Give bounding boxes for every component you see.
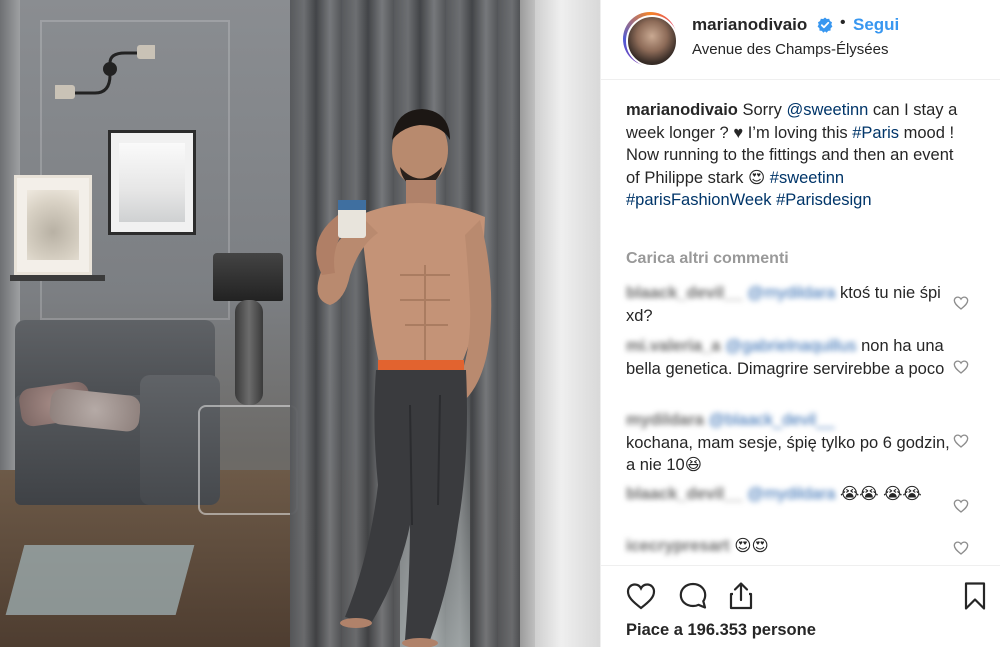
caption-hashtag[interactable]: #Parisdesign [776,191,871,209]
comment: icecrypresart 😍😍 [626,535,951,558]
location-link[interactable]: Avenue des Champs-Élysées [692,41,889,58]
share-icon[interactable] [725,580,757,612]
wall-lamp [55,45,155,99]
heart-icon[interactable] [953,433,969,449]
follow-button[interactable]: Segui [853,15,899,35]
comment-username[interactable]: blaack_devil__ [626,483,743,506]
comment-mention[interactable]: @mydildara [747,282,835,305]
caption-mention[interactable]: @sweetinn [786,101,868,119]
comment: mi.valeria_a @gabrielnaquillus non ha un… [626,335,951,380]
shelf [10,275,105,281]
separator-dot: • [840,14,846,31]
rug [5,545,195,615]
bookmark-icon[interactable] [959,580,991,612]
comment-mention[interactable]: @gabrielnaquillus [725,335,856,358]
heart-icon[interactable] [953,359,969,375]
comment-username[interactable]: blaack_devil__ [626,282,743,305]
caption-text: Sorry [737,101,787,119]
comment-text: kochana, mam sesje, śpię tylko po 6 godz… [626,433,950,475]
comment-icon[interactable] [677,580,709,612]
comment-username[interactable]: mi.valeria_a [626,335,721,358]
avatar[interactable] [623,12,678,67]
post-photo[interactable] [0,0,600,647]
comment-mention[interactable]: @mydildara [747,483,835,506]
person-figure [316,109,492,647]
heart-icon[interactable] [953,295,969,311]
header-username[interactable]: marianodivaio [692,15,807,35]
caption-hashtag[interactable]: #Paris [852,124,899,142]
comment-text: 😍😍 [729,537,769,555]
comments-section[interactable]: marianodivaio Sorry @sweetinn can I stay… [601,80,1000,565]
comment: mydildara @blaack_devil__ kochana, mam s… [626,409,951,477]
heart-icon[interactable] [953,498,969,514]
caption-hashtag[interactable]: #sweetinn [770,169,844,187]
heart-icon[interactable] [625,580,657,612]
table-lamp-base [235,300,263,405]
post-header: marianodivaio • Segui Avenue des Champs-… [601,0,1000,80]
comment: blaack_devil__ @mydildara ktoś tu nie śp… [626,282,951,327]
caption-hashtag[interactable]: #parisFashionWeek [626,191,772,209]
post-sidebar: marianodivaio • Segui Avenue des Champs-… [600,0,1000,647]
post-actions: Piace a 196.353 persone [601,565,1000,647]
caption: marianodivaio Sorry @sweetinn can I stay… [626,99,971,212]
likes-count[interactable]: Piace a 196.353 persone [626,621,816,640]
picture-frame [14,175,92,275]
heart-icon[interactable] [953,540,969,556]
comment-text: 😭😭 😭😭 [835,485,922,503]
comment-mention[interactable]: @blaack_devil__ [709,409,835,432]
verified-badge-icon [817,17,833,33]
caption-username[interactable]: marianodivaio [626,101,738,119]
comment-username[interactable]: icecrypresart [626,535,730,558]
comment: blaack_devil__ @mydildara 😭😭 😭😭 [626,483,951,506]
comment-username[interactable]: mydildara [626,409,704,432]
door-frame [535,0,600,647]
load-more-comments[interactable]: Carica altri commenti [626,250,789,268]
picture-frame [108,130,196,235]
